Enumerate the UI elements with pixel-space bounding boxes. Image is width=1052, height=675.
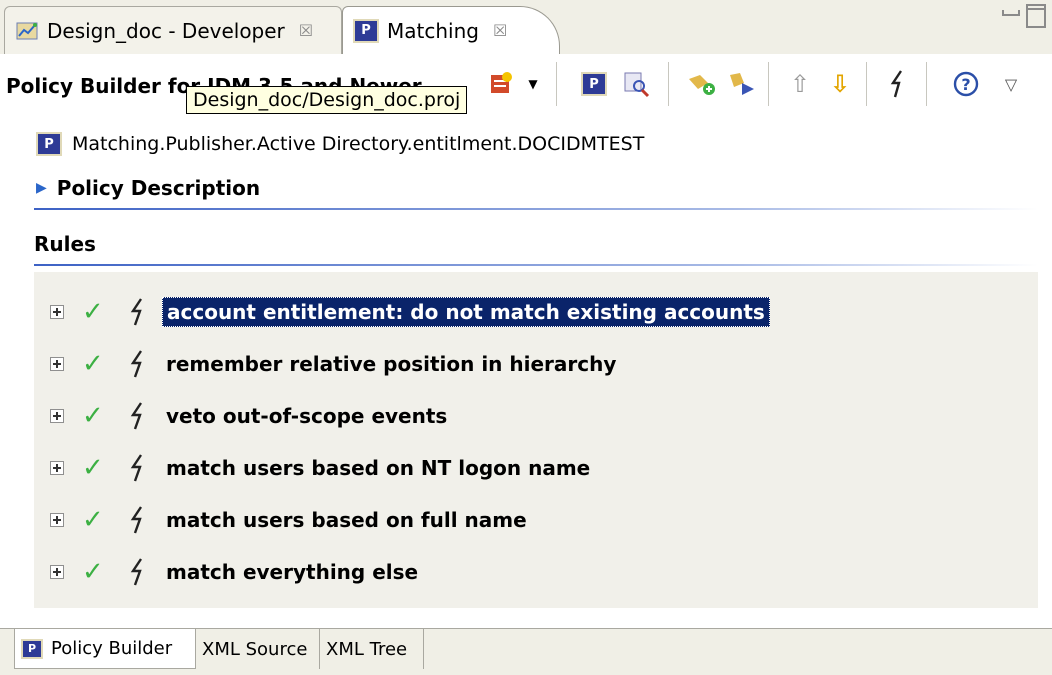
- enabled-check-icon[interactable]: ✓: [82, 559, 108, 585]
- help-button[interactable]: ?: [946, 64, 986, 104]
- lightning-icon: [130, 298, 142, 326]
- toolbar-separator: [668, 62, 669, 106]
- policy-path-label: Matching.Publisher.Active Directory.enti…: [72, 133, 645, 155]
- rule-label: match users based on full name: [166, 508, 527, 532]
- rules-header: Rules: [34, 232, 96, 256]
- rule-row[interactable]: ✓ match users based on NT logon name: [50, 448, 594, 488]
- rule-label: account entitlement: do not match existi…: [162, 297, 770, 327]
- svg-text:?: ?: [961, 75, 970, 94]
- tab-xml-source[interactable]: XML Source: [196, 629, 320, 669]
- help-icon: ?: [953, 71, 979, 97]
- enabled-check-icon[interactable]: ✓: [82, 403, 108, 429]
- simulate-icon: [730, 73, 754, 95]
- enabled-check-icon[interactable]: ✓: [82, 299, 108, 325]
- insert-policy-button[interactable]: P: [574, 64, 614, 104]
- rule-button[interactable]: [878, 64, 918, 104]
- lightning-icon: [130, 506, 142, 534]
- move-down-button[interactable]: ⇩: [820, 64, 860, 104]
- tab-label: XML Tree: [326, 638, 408, 660]
- editor-tab-bar: Design_doc - Developer ☒ P Matching ☒: [0, 0, 1052, 54]
- tooltip: Design_doc/Design_doc.proj: [186, 86, 468, 114]
- arrow-down-icon: ⇩: [829, 70, 851, 98]
- toolbar-separator: [768, 62, 769, 106]
- section-divider: [34, 264, 1038, 266]
- tab-label: Design_doc - Developer: [47, 18, 285, 43]
- chevron-down-icon: ▼: [528, 77, 538, 91]
- rule-row[interactable]: ✓ match everything else: [50, 552, 422, 592]
- enabled-check-icon[interactable]: ✓: [82, 455, 108, 481]
- policy-icon: P: [581, 72, 607, 96]
- rule-row[interactable]: ✓ remember relative position in hierarchy: [50, 344, 620, 384]
- developer-perspective-icon: [16, 22, 38, 39]
- expand-plus-icon[interactable]: [50, 565, 64, 579]
- expand-plus-icon[interactable]: [50, 409, 64, 423]
- lightning-icon: [130, 350, 142, 378]
- maximize-icon[interactable]: [1026, 4, 1046, 28]
- add-action-button[interactable]: [682, 64, 722, 104]
- policy-icon: P: [36, 132, 62, 156]
- lightning-icon: [130, 558, 142, 586]
- minimize-icon[interactable]: [1002, 10, 1020, 16]
- view-menu-button[interactable]: ▽: [994, 64, 1028, 104]
- close-icon[interactable]: ☒: [299, 21, 313, 40]
- enabled-check-icon[interactable]: ✓: [82, 507, 108, 533]
- rule-label: remember relative position in hierarchy: [166, 352, 617, 376]
- simulate-button[interactable]: [722, 64, 762, 104]
- rule-row[interactable]: ✓ veto out-of-scope events: [50, 396, 451, 436]
- expand-plus-icon[interactable]: [50, 513, 64, 527]
- rule-label: veto out-of-scope events: [166, 404, 448, 428]
- toolbar-separator: [556, 62, 557, 106]
- chevron-right-icon: ▶: [36, 180, 47, 196]
- new-rule-icon: [491, 72, 512, 93]
- tab-policy-builder[interactable]: P Policy Builder: [14, 629, 196, 669]
- toolbar-separator: [926, 62, 927, 106]
- policy-icon: P: [21, 638, 43, 659]
- toolbar-separator: [866, 62, 867, 106]
- find-button[interactable]: [616, 64, 656, 104]
- tab-label: Matching: [387, 18, 479, 43]
- dropdown-button[interactable]: ▼: [522, 64, 544, 104]
- tab-label: Policy Builder: [51, 638, 173, 659]
- move-up-button[interactable]: ⇧: [780, 64, 820, 104]
- lightning-icon: [130, 402, 142, 430]
- lightning-icon: [890, 70, 902, 98]
- close-icon[interactable]: ☒: [493, 21, 507, 40]
- expand-plus-icon[interactable]: [50, 305, 64, 319]
- rule-label: match everything else: [166, 560, 419, 584]
- rule-row[interactable]: ✓ account entitlement: do not match exist…: [50, 292, 770, 332]
- rule-label: match users based on NT logon name: [166, 456, 591, 480]
- policy-icon: P: [353, 18, 379, 43]
- rule-row[interactable]: ✓ match users based on full name: [50, 500, 531, 540]
- tab-matching[interactable]: P Matching ☒: [342, 6, 560, 54]
- policy-path: P Matching.Publisher.Active Directory.en…: [36, 132, 644, 156]
- enabled-check-icon[interactable]: ✓: [82, 351, 108, 377]
- section-title-label: Policy Description: [56, 176, 261, 200]
- tab-label: XML Source: [202, 638, 308, 660]
- section-divider: [34, 208, 1038, 210]
- editor-page-tabs: P Policy Builder XML Source XML Tree: [0, 628, 1052, 675]
- expand-plus-icon[interactable]: [50, 461, 64, 475]
- expand-plus-icon[interactable]: [50, 357, 64, 371]
- chevron-down-icon: ▽: [1004, 74, 1018, 94]
- lightning-icon: [130, 454, 142, 482]
- new-rule-button[interactable]: [480, 64, 520, 104]
- search-icon: [624, 72, 650, 98]
- add-action-icon: [689, 75, 715, 95]
- section-title-label: Rules: [34, 232, 96, 256]
- tab-design-doc-developer[interactable]: Design_doc - Developer ☒: [4, 6, 342, 54]
- tab-xml-tree[interactable]: XML Tree: [320, 629, 424, 669]
- policy-description-header[interactable]: ▶ Policy Description: [36, 176, 260, 200]
- arrow-up-icon: ⇧: [789, 70, 811, 98]
